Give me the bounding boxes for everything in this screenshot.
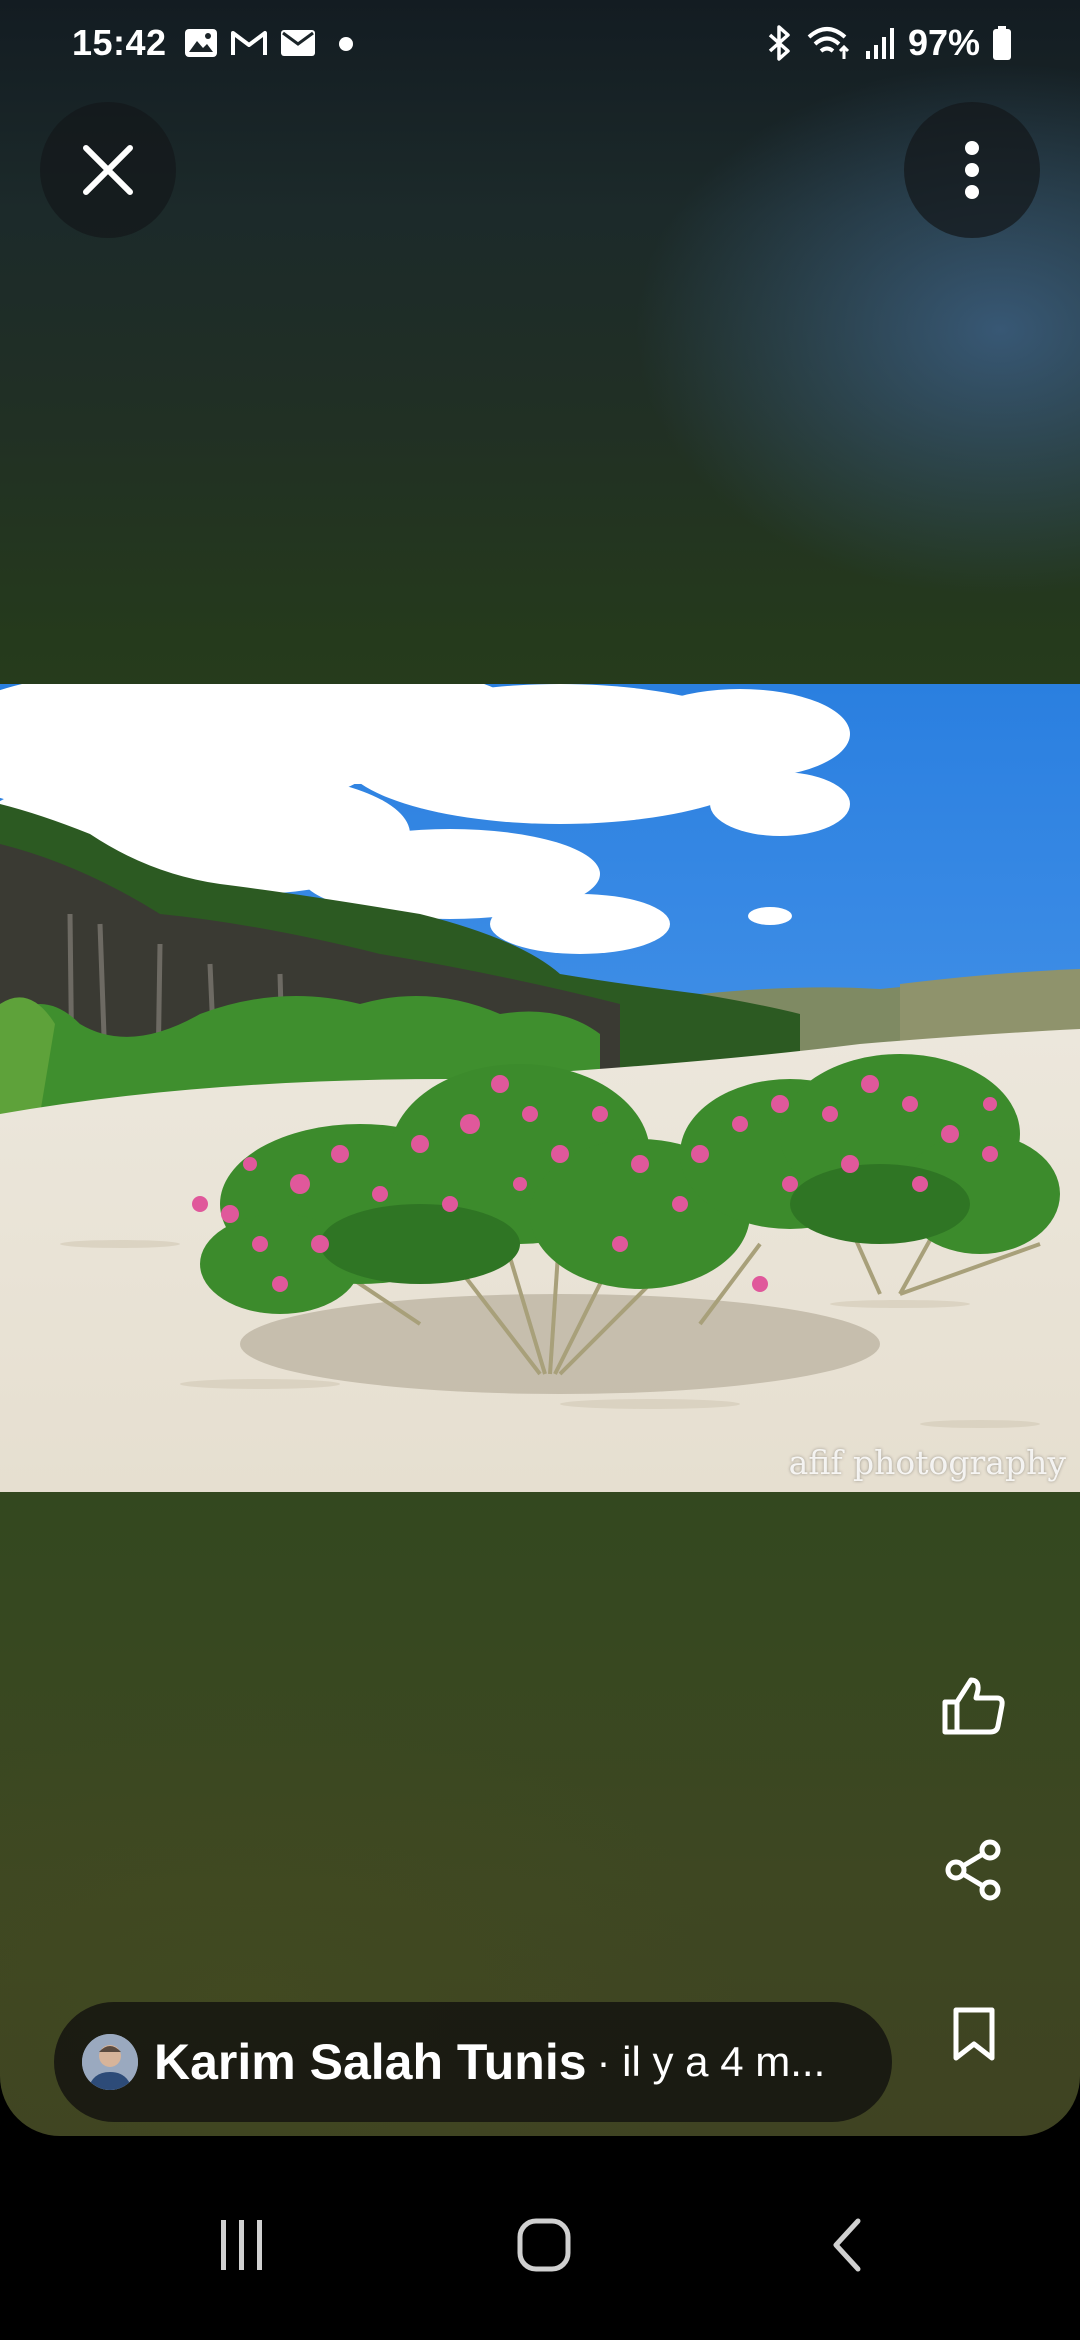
author-name: Karim Salah Tunis [154,2034,587,2090]
author-chip[interactable]: Karim Salah Tunis · il y a 4 m... [54,2002,892,2122]
dot-icon [339,37,353,51]
photo-viewer-screen: 15:42 97% afif photography Karim Salah T… [0,0,1080,2340]
bookmark-icon [953,2007,995,2061]
more-options-button[interactable] [904,102,1040,238]
bluetooth-icon [768,25,790,61]
landscape-photo [0,684,1080,1492]
signal-icon [865,28,894,59]
home-button[interactable] [484,2190,604,2300]
thumbs-up-icon [942,1677,1005,1735]
status-bar: 15:42 97% [0,0,1080,84]
battery-percent: 97% [907,22,980,63]
recents-button[interactable] [182,2190,302,2300]
home-icon [517,2218,571,2272]
avatar [82,2034,138,2090]
save-button[interactable] [924,1984,1024,2084]
share-icon [945,1839,1001,1901]
share-button[interactable] [924,1820,1024,1920]
close-button[interactable] [40,102,176,238]
back-icon [833,2218,861,2272]
gmail-icon [231,31,267,55]
close-icon [83,145,133,195]
wifi-icon [807,27,849,59]
back-button[interactable] [786,2190,906,2300]
email-icon [281,30,315,56]
more-vertical-icon [965,141,979,199]
photo-watermark: afif photography [788,1443,1066,1482]
system-nav-bar [0,2150,1080,2340]
notification-icons [184,25,358,61]
post-time: · il y a 4 m... [596,2038,826,2085]
status-right-group: 97% [764,22,1012,64]
battery-icon [993,26,1011,60]
like-button[interactable] [924,1656,1024,1756]
recents-icon [221,2220,262,2270]
image-icon [185,29,217,57]
status-time: 15:42 [72,22,167,63]
main-photo[interactable]: afif photography [0,684,1080,1492]
